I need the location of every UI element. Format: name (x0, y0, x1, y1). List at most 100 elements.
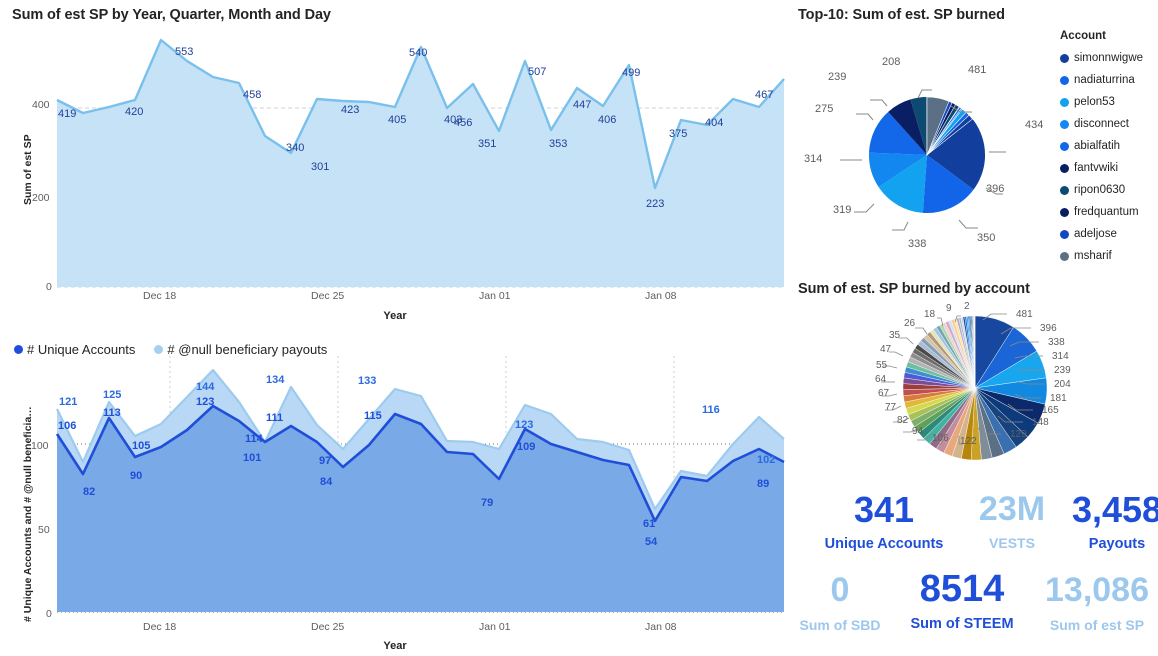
bottom-pie-title: Sum of est. SP burned by account (798, 281, 1030, 297)
bottom-chart-dark-label: 114 (245, 433, 263, 445)
pie2-callout: 9 (946, 303, 952, 314)
top-area-chart-panel: Sum of est SP by Year, Quarter, Month an… (0, 0, 790, 330)
top-chart-data-label: 405 (388, 114, 407, 126)
bottom-chart-xtick: Dec 25 (311, 621, 345, 633)
pie2-callout: 18 (924, 309, 936, 320)
kpi-sum-of-sbd[interactable]: 0 Sum of SBD (790, 573, 890, 633)
legend-dot-icon (154, 345, 164, 354)
pie-legend-item-simonnwigwe[interactable]: simonnwigwe (1060, 47, 1143, 69)
bottom-chart-light-label: 144 (196, 381, 215, 393)
pie-legend-label: adeljose (1074, 228, 1117, 240)
kpi-label: Sum of STEEM (910, 616, 1014, 632)
pie2-callout: 94 (912, 426, 924, 437)
kpi-vests[interactable]: 23M VESTS (956, 492, 1068, 551)
bottom-chart-legend: # Unique Accounts # @null beneficiary pa… (14, 342, 341, 357)
kpi-unique-accounts[interactable]: 341 Unique Accounts (808, 489, 960, 553)
pie2-callout: 47 (880, 344, 892, 355)
pie-legend-item-pelon53[interactable]: pelon53 (1060, 91, 1143, 113)
pie-callout: 396 (986, 183, 1005, 195)
top-chart-data-label: 375 (669, 128, 688, 140)
pie2-callout: 122 (960, 436, 977, 447)
bottom-chart-dark-label: 111 (266, 412, 284, 424)
kpi-sum-of-steem[interactable]: 8514 Sum of STEEM (888, 570, 1036, 632)
pie2-callout: 35 (889, 330, 901, 341)
legend-item-unique-accounts[interactable]: # Unique Accounts (14, 342, 135, 357)
top-chart-ytick-0: 0 (46, 281, 52, 293)
bottom-chart-dark-label: 97 (319, 455, 332, 467)
top-chart-data-label: 467 (755, 89, 774, 101)
pie-callout: 350 (977, 232, 996, 244)
top-chart-data-label: 406 (598, 114, 617, 126)
pie-legend-label: fredquantum (1074, 206, 1139, 218)
bottom-chart-light-label: 116 (702, 404, 720, 416)
top-chart-xtick: Jan 08 (645, 290, 677, 302)
legend-dot-icon (1060, 97, 1069, 107)
kpi-payouts[interactable]: 3,458 Payouts (1062, 489, 1158, 553)
bottom-chart-dark-label-61: 61 (643, 518, 656, 530)
top-pie-legend: Account simonnwigwe nadiaturrina pelon53… (1060, 30, 1143, 267)
pie-callout: 338 (908, 238, 927, 250)
kpi-value: 3,458 (1071, 489, 1158, 530)
kpi-label: Sum of est SP (1049, 617, 1145, 633)
pie-legend-item-ripon0630[interactable]: ripon0630 (1060, 179, 1143, 201)
bottom-chart-ytick-50: 50 (38, 524, 50, 536)
pie-legend-label: fantvwiki (1074, 162, 1119, 174)
pie2-callout: 77 (885, 402, 897, 413)
pie-legend-item-disconnect[interactable]: disconnect (1060, 113, 1143, 135)
pie2-callout: 64 (875, 374, 887, 385)
legend-dot-icon (1060, 207, 1069, 217)
top-chart-data-label: 499 (622, 67, 641, 79)
pie2-callout: 396 (1040, 323, 1057, 334)
top-chart-data-label: 223 (646, 198, 665, 210)
pie-legend-item-adeljose[interactable]: adeljose (1060, 223, 1143, 245)
top-area-fill (57, 40, 784, 287)
bottom-chart-dark-label: 90 (130, 470, 143, 482)
kpi-label: Unique Accounts (824, 536, 944, 552)
pie-callout: 208 (882, 56, 901, 68)
pie-legend-item-msharif[interactable]: msharif (1060, 245, 1143, 267)
top-chart-ytick-400: 400 (32, 99, 50, 111)
bottom-chart-dark-label: 79 (481, 497, 494, 509)
legend-dot-icon (14, 345, 23, 354)
pie-legend-label: simonnwigwe (1074, 52, 1144, 64)
pie-callout: 434 (1025, 119, 1044, 131)
top-chart-title: Sum of est SP by Year, Quarter, Month an… (12, 7, 331, 23)
pie2-callout: 314 (1052, 351, 1069, 362)
top-chart-x-axis-title: Year (383, 310, 407, 322)
bottom-chart-light-label: 134 (266, 374, 285, 386)
pie2-callout: 55 (876, 360, 888, 371)
kpi-label: Sum of SBD (799, 617, 881, 633)
pie2-callout: 26 (904, 318, 916, 329)
bottom-chart-dark-label: 82 (83, 486, 96, 498)
pie-legend-label: abialfatih (1074, 140, 1121, 152)
legend-dot-icon (1060, 229, 1069, 239)
bottom-chart-dark-label: 109 (517, 441, 536, 453)
pie-legend-item-fantvwiki[interactable]: fantvwiki (1060, 157, 1143, 179)
top-chart-data-label: 420 (125, 106, 144, 118)
kpi-panel: 341 Unique Accounts 23M VESTS 3,458 Payo… (790, 470, 1158, 656)
top-chart-data-label: 404 (705, 117, 724, 129)
pie-legend-item-nadiaturrina[interactable]: nadiaturrina (1060, 69, 1143, 91)
top-chart-xtick: Dec 18 (143, 290, 177, 302)
bottom-chart-light-label: 102 (757, 454, 776, 466)
kpi-sum-of-est-sp[interactable]: 13,086 Sum of est SP (1036, 573, 1158, 633)
bottom-chart-x-axis-title: Year (383, 640, 407, 652)
kpi-value: 341 (853, 489, 915, 530)
pie2-callout: 239 (1054, 365, 1071, 376)
pie-legend-label: disconnect (1074, 118, 1129, 130)
top-pie-title: Top-10: Sum of est. SP burned (798, 7, 1005, 23)
top-chart-ytick-200: 200 (32, 192, 50, 204)
top-chart-data-label: 458 (243, 89, 262, 101)
pie-legend-item-abialfatih[interactable]: abialfatih (1060, 135, 1143, 157)
top-chart-data-label: 301 (311, 161, 330, 173)
top-chart-data-label: 353 (549, 138, 568, 150)
bottom-chart-dark-label: 84 (320, 476, 333, 488)
legend-dot-icon (1060, 163, 1069, 173)
top-chart-data-label: 351 (478, 138, 497, 150)
pie2-callout: 82 (897, 415, 909, 426)
bottom-chart-dark-label: 105 (132, 440, 151, 452)
pie-callout: 275 (815, 103, 834, 115)
bottom-chart-light-label: 121 (59, 396, 78, 408)
legend-item-null-payouts[interactable]: # @null beneficiary payouts (154, 342, 327, 357)
pie-legend-item-fredquantum[interactable]: fredquantum (1060, 201, 1143, 223)
